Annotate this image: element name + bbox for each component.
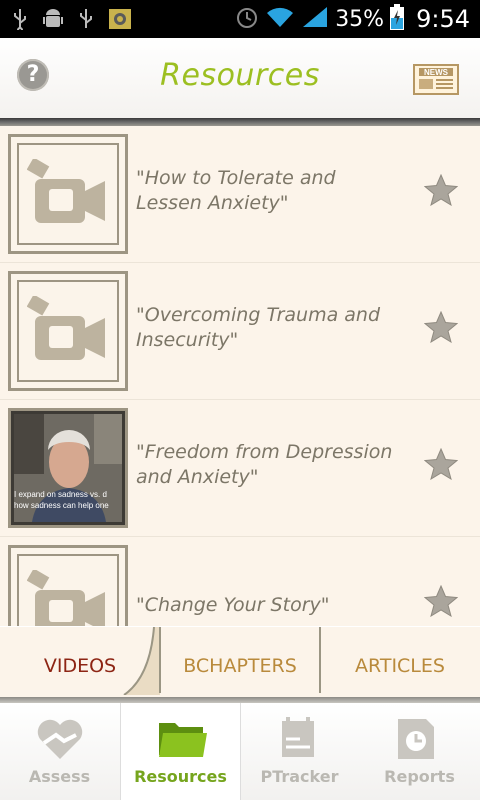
app-header: ? Resources NEWS bbox=[0, 38, 480, 119]
list-item[interactable]: "How to Tolerate and Lessen Anxiety" bbox=[0, 126, 480, 263]
video-caption: I expand on sadness vs. d how sadness ca… bbox=[14, 490, 109, 510]
nav-resources-label: Resources bbox=[134, 767, 227, 786]
tab-bchapters[interactable]: BCHAPTERS bbox=[160, 627, 320, 697]
page-curl-icon bbox=[123, 627, 160, 695]
battery-charging-icon bbox=[390, 4, 405, 34]
tracker-icon bbox=[282, 717, 314, 757]
video-thumbnail bbox=[8, 134, 128, 254]
alarm-icon bbox=[235, 4, 259, 34]
header-divider bbox=[0, 118, 480, 126]
status-bar: 35% 9:54 bbox=[0, 0, 480, 38]
video-thumbnail bbox=[8, 271, 128, 391]
signal-icon bbox=[301, 5, 329, 33]
svg-text:NEWS: NEWS bbox=[424, 68, 449, 77]
nav-assess-label: Assess bbox=[28, 767, 91, 786]
favorite-star-icon[interactable] bbox=[424, 585, 458, 617]
list-item[interactable]: I expand on sadness vs. d how sadness ca… bbox=[0, 400, 480, 537]
tab-articles[interactable]: ARTICLES bbox=[320, 627, 480, 697]
video-title: "How to Tolerate and Lessen Anxiety" bbox=[136, 167, 336, 214]
favorite-star-icon[interactable] bbox=[424, 448, 458, 480]
nav-assess[interactable]: Assess bbox=[0, 703, 119, 800]
video-camera-icon bbox=[27, 296, 105, 360]
page-title: Resources bbox=[160, 58, 320, 93]
nav-reports[interactable]: Reports bbox=[360, 703, 479, 800]
news-icon[interactable]: NEWS bbox=[413, 62, 459, 100]
list-item[interactable]: "Overcoming Trauma and Insecurity" bbox=[0, 263, 480, 400]
clock: 9:54 bbox=[416, 5, 470, 33]
video-title: "Freedom from Depression and Anxiety" bbox=[136, 441, 393, 488]
report-clock-icon bbox=[398, 719, 434, 759]
bottom-nav: Assess Resources PTracker Reports bbox=[0, 703, 480, 800]
video-thumbnail bbox=[8, 545, 128, 626]
nav-ptracker-label: PTracker bbox=[260, 767, 339, 786]
video-title: "Change Your Story" bbox=[136, 594, 330, 616]
app-notification-icon bbox=[108, 8, 132, 34]
wifi-icon bbox=[265, 5, 295, 33]
favorite-star-icon[interactable] bbox=[424, 174, 458, 206]
category-tabs: VIDEOS BCHAPTERS ARTICLES bbox=[0, 627, 480, 697]
list-item[interactable]: "Change Your Story" bbox=[0, 537, 480, 626]
video-thumbnail: I expand on sadness vs. d how sadness ca… bbox=[8, 408, 128, 528]
battery-percent: 35% bbox=[335, 6, 385, 32]
android-debug-icon bbox=[42, 8, 64, 34]
nav-reports-label: Reports bbox=[384, 767, 455, 786]
video-camera-icon bbox=[27, 570, 105, 626]
usb-icon bbox=[12, 8, 28, 34]
folder-icon bbox=[159, 723, 207, 757]
video-list[interactable]: "How to Tolerate and Lessen Anxiety" "Ov… bbox=[0, 126, 480, 626]
video-title: "Overcoming Trauma and Insecurity" bbox=[136, 304, 381, 351]
favorite-star-icon[interactable] bbox=[424, 311, 458, 343]
heart-handshake-icon bbox=[37, 719, 83, 759]
video-camera-icon bbox=[27, 159, 105, 223]
nav-ptracker[interactable]: PTracker bbox=[240, 703, 359, 800]
nav-resources[interactable]: Resources bbox=[120, 703, 241, 800]
usb-icon bbox=[78, 8, 94, 34]
